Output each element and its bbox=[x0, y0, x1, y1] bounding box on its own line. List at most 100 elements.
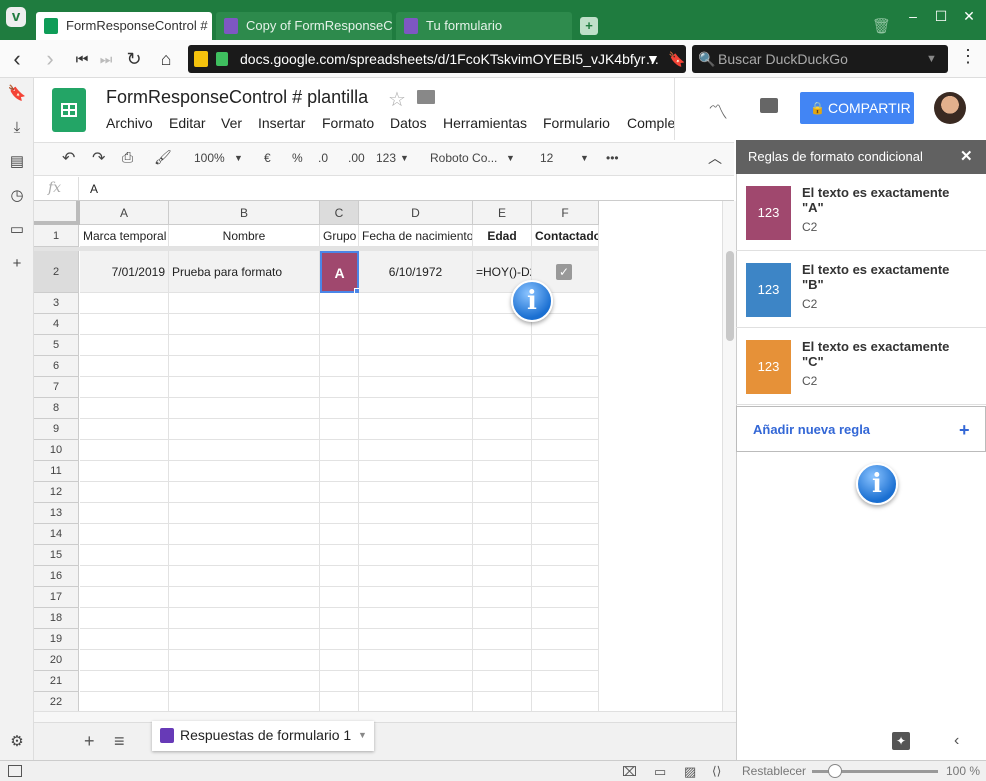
tab-formresponsecontrol[interactable]: FormResponseControl # pl bbox=[36, 12, 212, 40]
home-icon[interactable]: ⌂ bbox=[154, 46, 178, 72]
empty-cell[interactable] bbox=[169, 461, 320, 482]
column-header-e[interactable]: E bbox=[473, 201, 532, 225]
row-header-16[interactable]: 16 bbox=[34, 566, 79, 587]
bookmarks-panel-icon[interactable]: 🔖 bbox=[7, 84, 27, 104]
header-cell-edad[interactable]: Edad bbox=[473, 225, 532, 247]
add-panel-icon[interactable]: + bbox=[7, 254, 27, 274]
horizontal-scrollbar[interactable] bbox=[34, 711, 736, 722]
menu-datos[interactable]: Datos bbox=[390, 115, 427, 131]
menu-archivo[interactable]: Archivo bbox=[106, 115, 153, 131]
row-header-13[interactable]: 13 bbox=[34, 503, 79, 524]
chevron-down-icon[interactable]: ▼ bbox=[358, 721, 367, 749]
header-cell-marca-temporal[interactable]: Marca temporal bbox=[80, 225, 169, 247]
vertical-scrollbar[interactable] bbox=[722, 201, 736, 711]
empty-cell[interactable] bbox=[532, 587, 599, 608]
empty-cell[interactable] bbox=[169, 440, 320, 461]
empty-cell[interactable] bbox=[169, 629, 320, 650]
currency-button[interactable]: € bbox=[264, 151, 271, 165]
empty-cell[interactable] bbox=[320, 335, 359, 356]
row-header-3[interactable]: 3 bbox=[34, 293, 79, 314]
empty-cell[interactable] bbox=[473, 335, 532, 356]
empty-cell[interactable] bbox=[473, 692, 532, 711]
menu-herramientas[interactable]: Herramientas bbox=[443, 115, 527, 131]
empty-cell[interactable] bbox=[532, 377, 599, 398]
avatar[interactable] bbox=[934, 92, 966, 124]
empty-cell[interactable] bbox=[169, 608, 320, 629]
row-header-1[interactable]: 1 bbox=[34, 225, 79, 247]
sheet-tab-respuestas[interactable]: Respuestas de formulario 1 ▼ bbox=[152, 721, 374, 751]
empty-cell[interactable] bbox=[532, 482, 599, 503]
empty-cell[interactable] bbox=[80, 314, 169, 335]
empty-cell[interactable] bbox=[169, 398, 320, 419]
new-tab-icon[interactable]: + bbox=[580, 17, 598, 35]
empty-cell[interactable] bbox=[320, 503, 359, 524]
tab-tu-formulario[interactable]: Tu formulario bbox=[396, 12, 572, 40]
print-icon[interactable]: ⎙ bbox=[122, 149, 133, 166]
empty-cell[interactable] bbox=[169, 587, 320, 608]
empty-cell[interactable] bbox=[320, 293, 359, 314]
document-title[interactable]: FormResponseControl # plantilla bbox=[106, 87, 368, 108]
empty-cell[interactable] bbox=[532, 503, 599, 524]
empty-cell[interactable] bbox=[80, 566, 169, 587]
empty-cell[interactable] bbox=[473, 419, 532, 440]
page-actions-icon[interactable]: ⟨⟩ bbox=[712, 764, 721, 778]
reset-zoom-label[interactable]: Restablecer bbox=[742, 764, 806, 778]
column-header-d[interactable]: D bbox=[359, 201, 473, 225]
empty-cell[interactable] bbox=[473, 650, 532, 671]
empty-cell[interactable] bbox=[473, 566, 532, 587]
empty-cell[interactable] bbox=[169, 671, 320, 692]
percent-button[interactable]: % bbox=[292, 151, 303, 165]
empty-cell[interactable] bbox=[320, 587, 359, 608]
empty-cell[interactable] bbox=[532, 545, 599, 566]
column-header-c[interactable]: C bbox=[320, 201, 359, 225]
empty-cell[interactable] bbox=[80, 629, 169, 650]
increase-decimals-button[interactable]: .00 bbox=[348, 151, 365, 165]
header-cell-grupo[interactable]: Grupo bbox=[320, 225, 359, 247]
empty-cell[interactable] bbox=[320, 608, 359, 629]
settings-gear-icon[interactable]: ⚙ bbox=[7, 732, 27, 752]
empty-cell[interactable] bbox=[532, 629, 599, 650]
empty-cell[interactable] bbox=[359, 692, 473, 711]
close-window-icon[interactable]: ✕ bbox=[958, 6, 980, 26]
row-header-4[interactable]: 4 bbox=[34, 314, 79, 335]
empty-cell[interactable] bbox=[80, 524, 169, 545]
collapse-toolbar-icon[interactable]: ︿ bbox=[708, 148, 722, 168]
empty-cell[interactable] bbox=[359, 314, 473, 335]
row-header-14[interactable]: 14 bbox=[34, 524, 79, 545]
row-header-17[interactable]: 17 bbox=[34, 587, 79, 608]
empty-cell[interactable] bbox=[359, 671, 473, 692]
empty-cell[interactable] bbox=[169, 566, 320, 587]
fast-forward-icon[interactable]: ⏭ bbox=[94, 46, 118, 72]
column-header-a[interactable]: A bbox=[80, 201, 169, 225]
share-button[interactable]: 🔒 COMPARTIR bbox=[800, 92, 914, 124]
capture-icon[interactable]: ⌧ bbox=[622, 764, 637, 780]
empty-cell[interactable] bbox=[359, 440, 473, 461]
star-icon[interactable]: ☆ bbox=[388, 87, 406, 112]
minimize-icon[interactable]: – bbox=[902, 6, 924, 26]
history-panel-icon[interactable]: ◷ bbox=[7, 186, 27, 206]
empty-cell[interactable] bbox=[80, 545, 169, 566]
menu-insertar[interactable]: Insertar bbox=[258, 115, 305, 131]
add-rule-button[interactable]: Añadir nueva regla + bbox=[736, 406, 986, 452]
empty-cell[interactable] bbox=[532, 566, 599, 587]
more-formats-button[interactable]: 123 bbox=[376, 151, 396, 165]
row-header-10[interactable]: 10 bbox=[34, 440, 79, 461]
empty-cell[interactable] bbox=[359, 545, 473, 566]
all-sheets-icon[interactable]: ≡ bbox=[114, 731, 125, 752]
menu-ver[interactable]: Ver bbox=[221, 115, 242, 131]
menu-dots-icon[interactable]: ⋮ bbox=[958, 46, 978, 72]
empty-cell[interactable] bbox=[359, 650, 473, 671]
explore-icon[interactable]: ✦ bbox=[892, 732, 910, 750]
empty-cell[interactable] bbox=[320, 524, 359, 545]
empty-cell[interactable] bbox=[359, 293, 473, 314]
column-header-f[interactable]: F bbox=[532, 201, 599, 225]
empty-cell[interactable] bbox=[80, 482, 169, 503]
empty-cell[interactable] bbox=[359, 629, 473, 650]
checkbox-checked-icon[interactable]: ✓ bbox=[556, 264, 572, 280]
row-header-18[interactable]: 18 bbox=[34, 608, 79, 629]
trash-icon[interactable]: 🗑 bbox=[872, 17, 891, 35]
undo-icon[interactable]: ↶ bbox=[62, 148, 75, 168]
empty-cell[interactable] bbox=[532, 419, 599, 440]
empty-cell[interactable] bbox=[80, 608, 169, 629]
empty-cell[interactable] bbox=[473, 629, 532, 650]
